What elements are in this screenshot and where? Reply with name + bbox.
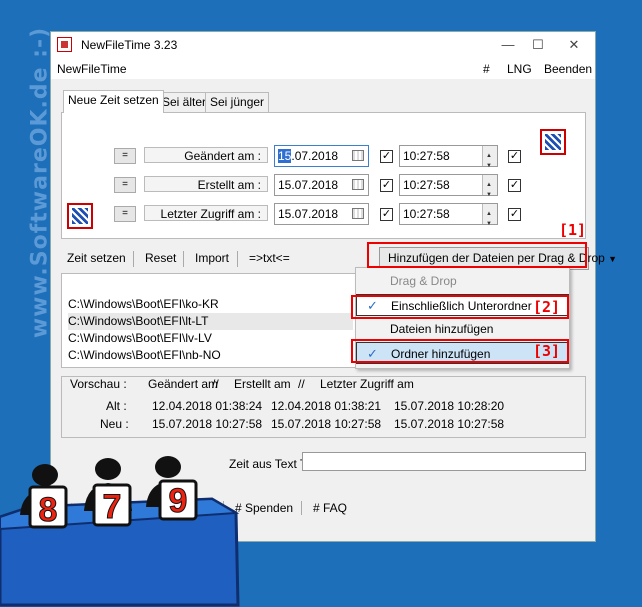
- list-item[interactable]: C:\Windows\Boot\EFI\nb-NO: [68, 347, 353, 364]
- checkbox-time-modified[interactable]: ✓: [508, 150, 521, 163]
- date-field-modified[interactable]: 15.07.2018: [274, 145, 369, 167]
- maximize-button[interactable]: ☐: [523, 36, 553, 54]
- tab-neue-zeit[interactable]: Neue Zeit setzen: [63, 90, 164, 113]
- preview-new-accessed: 15.07.2018 10:27:58: [394, 417, 505, 431]
- toolbar-divider: [183, 251, 184, 267]
- date-field-accessed[interactable]: 15.07.2018: [274, 203, 369, 225]
- list-item[interactable]: C:\Windows\Boot\EFI\lv-LV: [68, 330, 353, 347]
- tab-sei-aelter[interactable]: Sei älter: [157, 92, 212, 112]
- checkbox-date-modified[interactable]: ✓: [380, 150, 393, 163]
- menu-app[interactable]: NewFileTime: [57, 62, 127, 76]
- preview-alt-accessed: 15.07.2018 10:28:20: [394, 399, 505, 413]
- calendar-icon[interactable]: [352, 179, 364, 190]
- menu-bar: NewFileTime # LNG Beenden: [51, 59, 595, 79]
- preview-alt-label: Alt :: [106, 399, 127, 413]
- preview-title: Vorschau :: [70, 377, 127, 391]
- equal-button-modified[interactable]: =: [114, 148, 136, 164]
- preview-new-created: 15.07.2018 10:27:58: [271, 417, 382, 431]
- preview-new-label: Neu :: [100, 417, 129, 431]
- list-item[interactable]: C:\Windows\Boot\EFI\lt-LT: [68, 313, 353, 330]
- minimize-button[interactable]: —: [493, 36, 523, 54]
- sign-7-text: 7: [103, 488, 122, 526]
- date-field-created[interactable]: 15.07.2018: [274, 174, 369, 196]
- preview-new-modified: 15.07.2018 10:27:58: [152, 417, 263, 431]
- watermark: www.SoftwareOK.de :-): [27, 26, 53, 339]
- menu-lng[interactable]: LNG: [507, 62, 532, 76]
- checkbox-date-accessed[interactable]: ✓: [380, 208, 393, 221]
- spinner-icon[interactable]: [482, 175, 497, 205]
- preview-alt-modified: 12.04.2018 01:38:24: [152, 399, 263, 413]
- label-modified: Geändert am :: [144, 147, 268, 163]
- app-icon: [57, 37, 72, 52]
- menu-exit[interactable]: Beenden: [544, 62, 592, 76]
- preview-col-accessed: Letzter Zugriff am: [320, 377, 414, 391]
- preview-sep: //: [298, 377, 305, 391]
- preview-group: Vorschau : Geändert am // Erstellt am //…: [61, 376, 586, 438]
- equal-button-created[interactable]: =: [114, 177, 136, 193]
- time-field-modified[interactable]: 10:27:58: [399, 145, 498, 176]
- toolbar-divider: [133, 251, 134, 267]
- annotation-label-2: [2]: [533, 298, 561, 316]
- import-button[interactable]: Import: [195, 251, 229, 265]
- tab-sei-juenger[interactable]: Sei jünger: [205, 92, 270, 112]
- annotation-box-1: [367, 242, 587, 268]
- spinner-icon[interactable]: [482, 204, 497, 234]
- reset-button[interactable]: Reset: [145, 251, 176, 265]
- checkbox-time-accessed[interactable]: ✓: [508, 208, 521, 221]
- calendar-icon[interactable]: [352, 208, 364, 219]
- preview-col-modified: Geändert am: [148, 377, 219, 391]
- preview-col-created: Erstellt am: [234, 377, 291, 391]
- time-panel: = Geändert am : 15.07.2018 ✓ 10:27:58 ✓ …: [61, 112, 586, 239]
- sign-9-text: 9: [169, 482, 188, 520]
- annotation-label-1: [1]: [559, 221, 587, 239]
- preview-sep: //: [212, 377, 219, 391]
- txt-button[interactable]: =>txt<=: [249, 251, 290, 265]
- file-list[interactable]: C:\Windows\Boot\EFI\ko-KR C:\Windows\Boo…: [61, 273, 361, 368]
- calendar-icon[interactable]: [352, 150, 364, 161]
- equal-button-accessed[interactable]: =: [114, 206, 136, 222]
- spinner-icon[interactable]: [482, 146, 497, 176]
- toolbar-divider: [237, 251, 238, 267]
- label-created: Erstellt am :: [144, 176, 268, 192]
- list-item[interactable]: C:\Windows\Boot\EFI\ko-KR: [68, 296, 353, 313]
- time-field-accessed[interactable]: 10:27:58: [399, 203, 498, 234]
- status-faq-link[interactable]: # FAQ: [313, 501, 347, 515]
- close-button[interactable]: ✕: [559, 36, 589, 54]
- menu-hash[interactable]: #: [483, 62, 490, 76]
- status-divider: [301, 501, 302, 515]
- label-accessed: Letzter Zugriff am :: [144, 205, 268, 221]
- zeit-setzen-button[interactable]: Zeit setzen: [67, 251, 126, 265]
- chevron-down-icon: ▼: [608, 254, 618, 264]
- annotation-label-3: [3]: [533, 342, 561, 360]
- time-field-created[interactable]: 10:27:58: [399, 174, 498, 205]
- sign-8-text: 8: [39, 491, 58, 529]
- calendar-app-icon[interactable]: [540, 129, 566, 155]
- tester-input[interactable]: [302, 452, 586, 471]
- title-bar: NewFileTime 3.23 — ☐ ✕: [51, 32, 595, 59]
- preview-alt-created: 12.04.2018 01:38:21: [271, 399, 382, 413]
- checkbox-date-created[interactable]: ✓: [380, 179, 393, 192]
- checkbox-time-created[interactable]: ✓: [508, 179, 521, 192]
- calendar-app-icon-left[interactable]: [67, 203, 93, 229]
- cartoon-illustration: 8 7 9: [0, 456, 240, 607]
- menu-item-add-files[interactable]: Dateien hinzufügen: [356, 318, 569, 340]
- window-title: NewFileTime 3.23: [81, 38, 178, 52]
- menu-item-drag-drop: Drag & Drop: [390, 274, 457, 288]
